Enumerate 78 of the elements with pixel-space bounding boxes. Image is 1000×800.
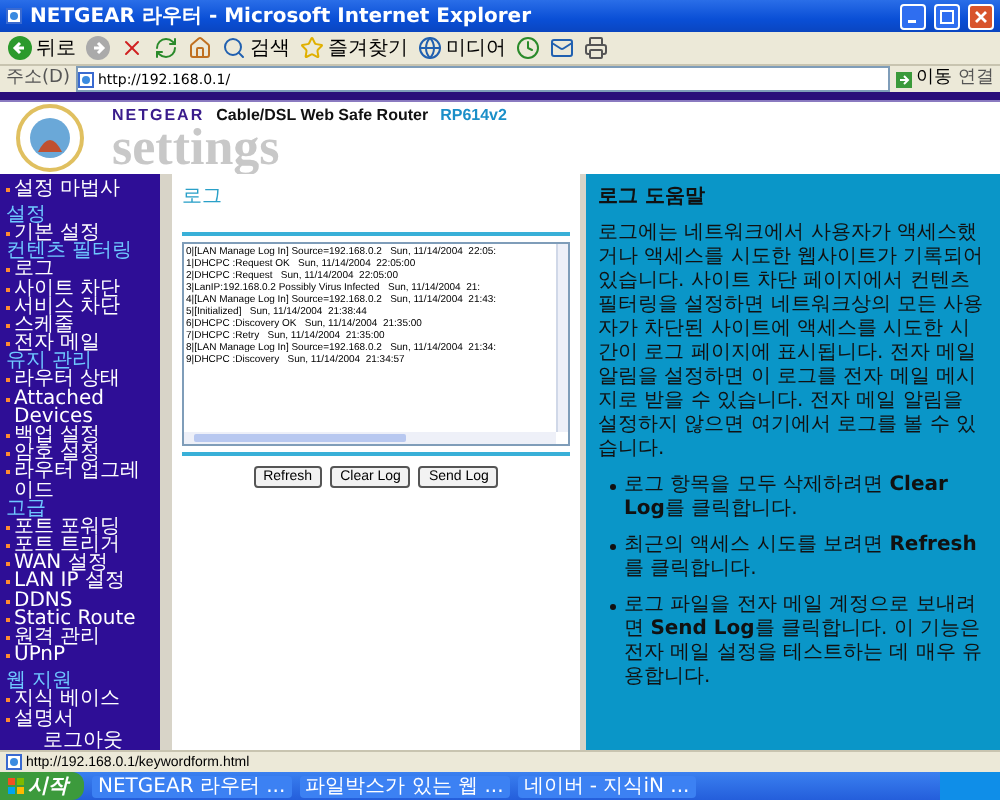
close-button[interactable]: [968, 3, 994, 29]
sidebar-heading: 유지 관리: [6, 352, 93, 371]
sidebar-link[interactable]: LAN IP 설정: [6, 572, 160, 592]
system-tray: [940, 772, 1000, 800]
help-paragraph: 로그에는 네트워크에서 사용자가 액세스했거나 액세스를 시도한 웹사이트가 기록되어 있습니다. 사이트 차단 페이지에서 컨텐츠 필터링을 설정하면 네트워크상의 모든 사용자가 차단된 사이트에 액세스를 시도한 시간이 로그 페이지에 표시됩니다. 전자 메일 알림을 설정하면 이 로그를 전자 메일 메시지로 받을 수 있습니다. 전자 메일 알림을 설정하지 않으면 여기에서 로그를 볼 수 있습니다.: [598, 222, 986, 462]
taskbar-task[interactable]: 네이버 - 지식iN ...: [517, 775, 696, 797]
sidebar-link[interactable]: Static Route: [6, 609, 160, 629]
sidebar-link[interactable]: 라우터 업그레이드: [6, 462, 160, 500]
taskbar-task[interactable]: NETGEAR 라우터 ...: [92, 775, 292, 797]
go-button[interactable]: 이동: [896, 70, 952, 88]
links-label[interactable]: 연결: [958, 70, 994, 88]
browser-icon: [6, 8, 22, 24]
sidebar-link[interactable]: 전자 메일: [6, 334, 160, 353]
sidebar-link[interactable]: 사이트 차단: [6, 279, 160, 298]
start-button[interactable]: 시작: [0, 772, 84, 800]
refresh-button[interactable]: [154, 36, 178, 60]
history-button[interactable]: [516, 36, 540, 60]
sidebar-link[interactable]: 포트 트리거: [6, 536, 160, 555]
sidebar-link[interactable]: 스케줄: [6, 316, 160, 335]
sidebar-link[interactable]: UPnP: [6, 646, 160, 665]
globe-icon: [418, 36, 442, 60]
stop-icon: [120, 36, 144, 60]
sidebar-link[interactable]: 서비스 차단: [6, 297, 160, 317]
home-icon: [188, 36, 212, 60]
section-title: 로그: [182, 184, 224, 210]
print-button[interactable]: [584, 36, 608, 60]
sidebar-link[interactable]: 백업 설정: [6, 426, 160, 445]
sidebar-link[interactable]: 원격 관리: [6, 628, 160, 647]
sidebar-link[interactable]: 라우터 상태: [6, 370, 160, 390]
back-arrow-icon: [8, 36, 32, 60]
help-bullet-text: 로그 항목을 모두 삭제하려면 Clear Log를 클릭합니다.: [624, 474, 950, 522]
log-textarea[interactable]: [182, 242, 570, 446]
page-icon: [6, 754, 22, 770]
sidebar-link[interactable]: 로그: [6, 260, 160, 280]
windows-logo-icon: [8, 778, 24, 794]
back-button[interactable]: 뒤로: [8, 34, 76, 62]
printer-icon: [584, 36, 608, 60]
help-title: 로그 도움말: [598, 184, 707, 210]
page-icon: [77, 71, 94, 87]
search-button[interactable]: 검색: [222, 34, 290, 62]
sidebar-heading: 설정: [6, 206, 46, 225]
mail-button[interactable]: [550, 36, 574, 60]
media-button[interactable]: 미디어: [418, 34, 506, 62]
maximize-icon: [940, 9, 954, 23]
search-icon: [222, 36, 246, 60]
home-button[interactable]: [188, 36, 212, 60]
sidebar-link[interactable]: 기본 설정: [6, 224, 160, 243]
sidebar-heading: 컨텐츠 필터링: [6, 242, 135, 261]
sidebar-link[interactable]: 포트 포워딩: [6, 517, 160, 537]
sidebar-link[interactable]: WAN 설정: [6, 554, 160, 573]
mail-icon: [550, 36, 574, 60]
sidebar-link[interactable]: Attached Devices: [6, 389, 160, 427]
logout-link[interactable]: 로그아웃: [43, 731, 123, 752]
minimize-button[interactable]: [900, 3, 926, 29]
help-bullet-text: 최근의 액세스 시도를 보려면 Refresh를 클릭합니다.: [624, 534, 979, 582]
help-bullet-text: 로그 파일을 전자 메일 계정으로 보내려면 Send Log를 클릭합니다. 이 기능은 전자 메일 설정을 테스트하는 데 매우 유용합니다.: [624, 594, 985, 690]
close-icon: [974, 9, 988, 23]
refresh-icon: [154, 36, 178, 60]
stop-button[interactable]: [120, 36, 144, 60]
model-name: RP614v2: [440, 105, 507, 123]
sidebar-heading: 웹 지원: [6, 672, 73, 691]
window-title: NETGEAR 라우터 - Microsoft Internet Explorer: [30, 4, 534, 30]
brand-name: NETGEAR: [112, 105, 205, 123]
sidebar-link[interactable]: DDNS: [6, 591, 160, 610]
sidebar-link[interactable]: 설명서: [6, 709, 160, 728]
address-label: 주소(D): [6, 70, 70, 88]
sidebar-link[interactable]: 지식 베이스: [6, 690, 160, 710]
product-name: Cable/DSL Web Safe Router: [216, 105, 429, 123]
maximize-button[interactable]: [934, 3, 960, 29]
star-icon: [300, 36, 324, 60]
forward-arrow-icon: [86, 36, 110, 60]
clock-icon: [516, 36, 540, 60]
go-arrow-icon: [896, 71, 912, 87]
sidebar-link[interactable]: 암호 설정: [6, 444, 160, 463]
sidebar-link[interactable]: 설정 마법사: [6, 180, 160, 199]
favorites-button[interactable]: 즐겨찾기: [300, 34, 408, 62]
sidebar-heading: 고급: [6, 499, 46, 518]
taskbar-task[interactable]: 파일박스가 있는 웹 ...: [299, 775, 510, 797]
